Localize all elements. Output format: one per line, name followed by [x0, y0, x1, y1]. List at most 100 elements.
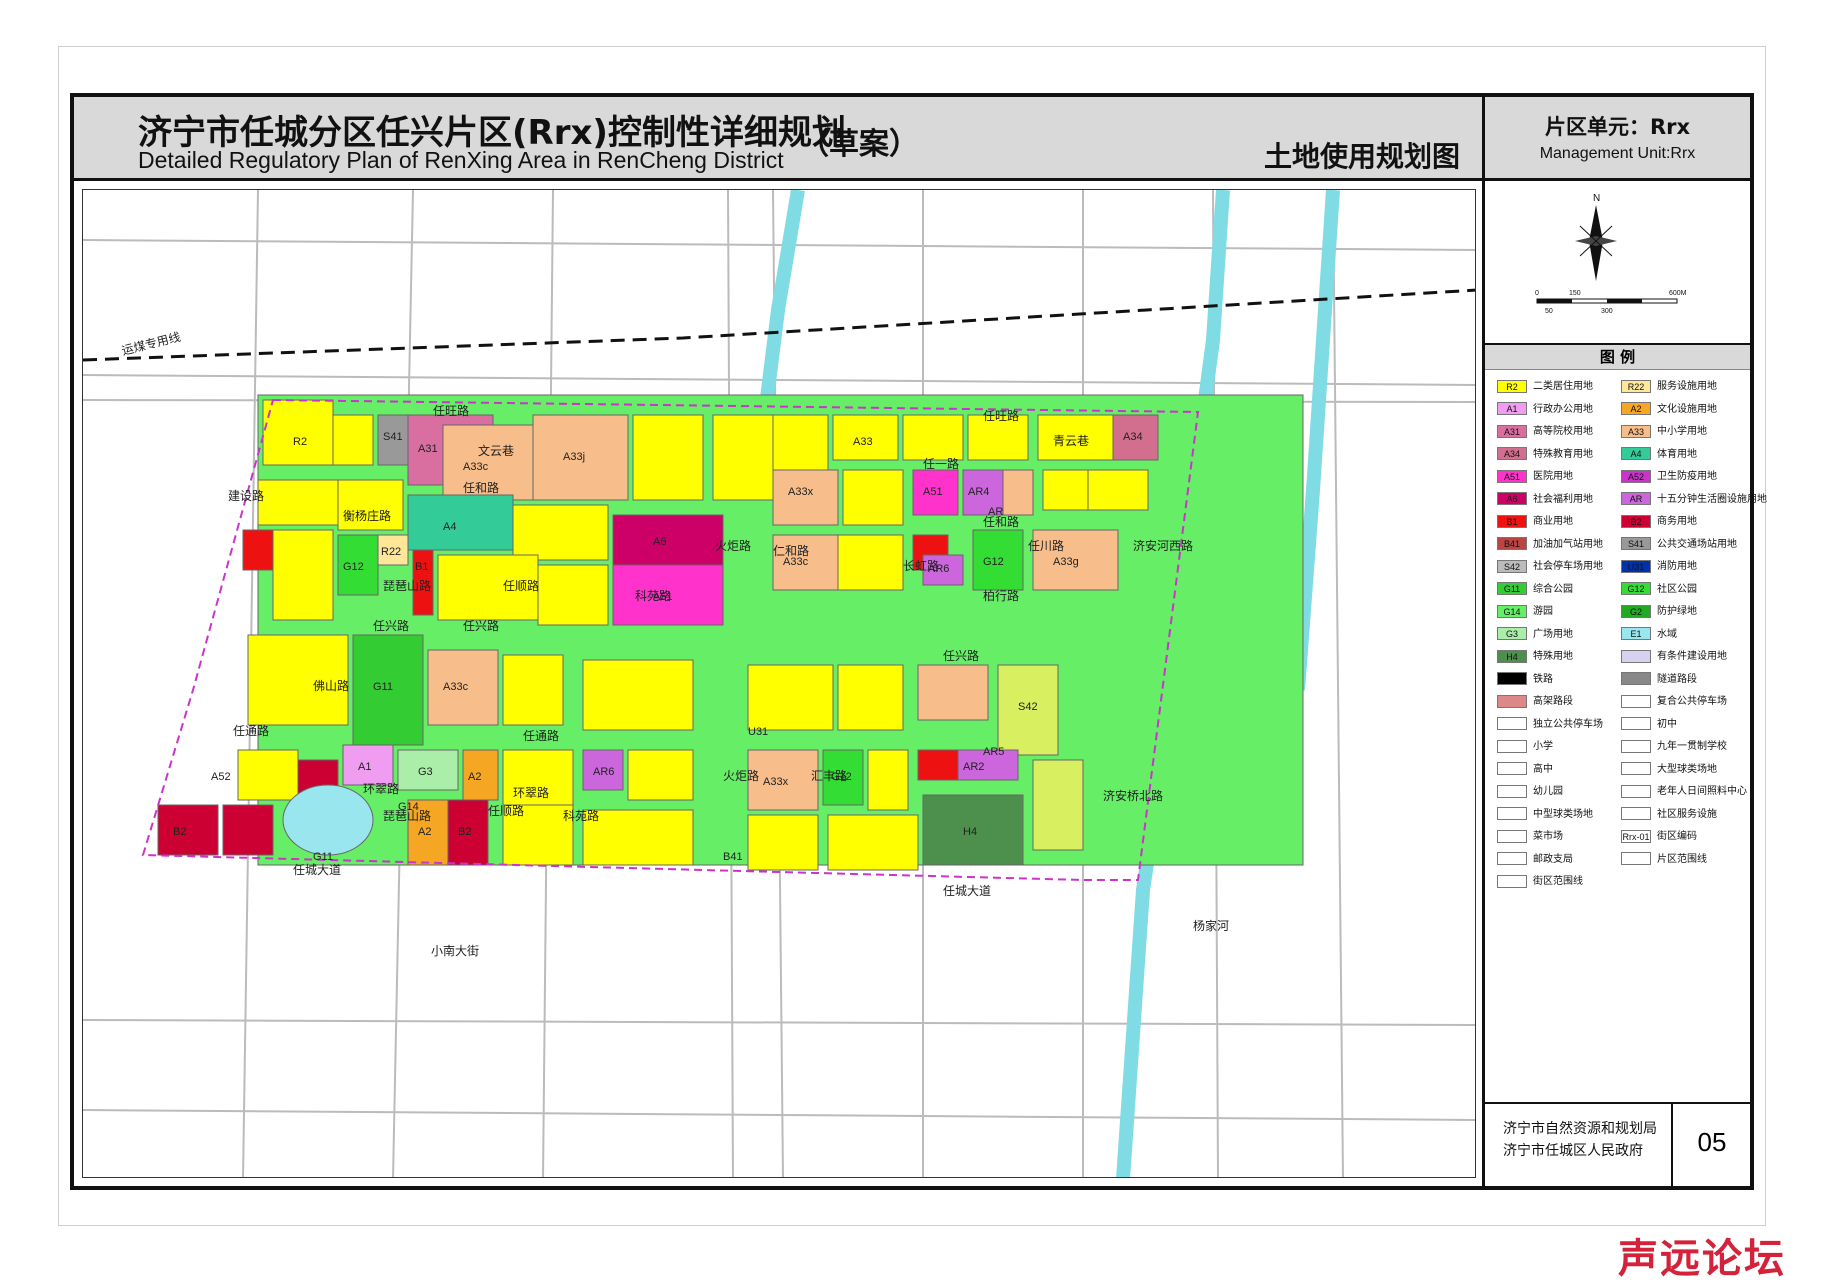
legend-item: B2 商务用地 — [1621, 514, 1697, 530]
legend-swatch — [1621, 852, 1651, 865]
road-renxing-mid: 任兴路 — [463, 618, 499, 633]
legend-label: 商务用地 — [1657, 516, 1697, 527]
legend-swatch — [1497, 784, 1527, 798]
label-a33g: A33g — [1053, 556, 1079, 568]
legend-item: A4 体育用地 — [1621, 447, 1697, 463]
legend-label: 社会停车场用地 — [1533, 561, 1603, 572]
parcel-r2 — [842, 469, 904, 526]
legend-swatch: A33 — [1621, 424, 1651, 438]
road-xiaonan: 小南大街 — [431, 943, 479, 958]
legend-label: 消防用地 — [1657, 561, 1697, 572]
road-renhe: 任和路 — [463, 480, 499, 495]
parcel-b1 — [242, 529, 274, 571]
legend-swatch: Rrx-01 — [1621, 829, 1651, 843]
legend-swatch — [1621, 784, 1651, 798]
parcel-r2 — [582, 809, 694, 866]
legend-item: 有条件建设用地 — [1621, 649, 1727, 665]
road-foshan: 佛山路 — [313, 678, 349, 693]
title-draft: （草案） — [799, 127, 919, 162]
parcel-r2 — [867, 749, 909, 811]
label-a1: A1 — [358, 761, 371, 773]
legend-item: A31 高等院校用地 — [1497, 424, 1593, 440]
legend-label: 隧道路段 — [1657, 673, 1697, 685]
legend-swatch: S41 — [1621, 537, 1651, 550]
parcel-r2 — [582, 659, 694, 731]
legend-swatch — [1497, 694, 1527, 708]
legend-swatch: B1 — [1497, 514, 1527, 528]
label-a33j: A33j — [563, 451, 585, 463]
legend-swatch: A6 — [1497, 492, 1527, 505]
scale-0: 0 — [1535, 290, 1539, 297]
page-number: 05 — [1671, 1104, 1751, 1188]
scale-300: 300 — [1601, 308, 1613, 315]
road-renshun-south: 任顺路 — [488, 803, 524, 818]
legend-swatch — [1497, 717, 1527, 730]
org-line-2: 济宁市任城区人民政府 — [1503, 1143, 1643, 1159]
compass-box: N 0 150 600M 50 300 — [1485, 181, 1750, 345]
legend-item: 大型球类场地 — [1621, 762, 1717, 778]
land-use-map-svg: 运煤专用线 R2 S41 A31 A33c A33j A34 A4 A6 A51… — [83, 190, 1475, 1177]
legend-item: A2 文化设施用地 — [1621, 402, 1717, 418]
label-g11: G11 — [373, 681, 393, 693]
legend-label: 菜市场 — [1533, 831, 1563, 842]
legend-label: 社会福利用地 — [1533, 493, 1593, 505]
parcel-r2 — [827, 814, 919, 871]
legend-label: 社区服务设施 — [1657, 808, 1717, 820]
legend-item: G11 综合公园 — [1497, 582, 1573, 598]
legend-item: B41 加油加气站用地 — [1497, 537, 1603, 553]
parcel-r22 — [837, 534, 904, 591]
legend-label: 社区公园 — [1657, 583, 1697, 595]
legend-label: 独立公共停车场 — [1533, 718, 1603, 730]
legend-label: 商业用地 — [1533, 516, 1573, 527]
legend-label: 防护绿地 — [1657, 606, 1697, 617]
legend-swatch: G12 — [1621, 582, 1651, 595]
road-keyuan: 科苑路 — [635, 588, 671, 603]
legend-label: 游园 — [1533, 606, 1553, 617]
road-renwang-east: 任旺路 — [983, 408, 1019, 423]
label-u31: U31 — [748, 726, 768, 738]
legend-label: 服务设施用地 — [1657, 381, 1717, 392]
legend-item: A34 特殊教育用地 — [1497, 447, 1593, 463]
legend-swatch — [1497, 762, 1527, 775]
legend-swatch: G11 — [1497, 582, 1527, 595]
legend-label: 医院用地 — [1533, 471, 1573, 482]
parcel-r2 — [712, 414, 774, 501]
label-a33: A33 — [853, 436, 873, 448]
legend-swatch: A34 — [1497, 447, 1527, 460]
parcel-r2 — [837, 664, 904, 731]
road-qingyun: 青云巷 — [1053, 434, 1089, 448]
legend-item: A1 行政办公用地 — [1497, 402, 1593, 418]
legend-label: 小学 — [1533, 741, 1553, 752]
legend-swatch: E1 — [1621, 627, 1651, 640]
legend-label: 铁路 — [1533, 673, 1553, 685]
unit-box: 片区单元：Rrx Management Unit:Rrx — [1485, 97, 1750, 181]
legend-item: AR 十五分钟生活圈设施用地 — [1621, 492, 1767, 508]
legend-label: 特殊教育用地 — [1533, 448, 1593, 460]
parcel-r2 — [772, 414, 829, 471]
legend-swatch: A52 — [1621, 469, 1651, 483]
river-yangjia: 杨家河 — [1193, 918, 1229, 933]
legend-item: 老年人日间照料中心 — [1621, 784, 1747, 800]
legend-swatch — [1497, 807, 1527, 820]
parcel-b2 — [222, 804, 274, 856]
road-huancui-mid: 环翠路 — [513, 785, 549, 800]
legend-item: A33 中小学用地 — [1621, 424, 1707, 440]
legend-swatch — [1621, 739, 1651, 753]
legend-label: 大型球类场地 — [1657, 763, 1717, 775]
legend-item: 铁路 — [1497, 672, 1553, 688]
road-baixing: 柏行路 — [983, 588, 1019, 603]
legend-label: 片区范围线 — [1657, 853, 1707, 865]
label-a2-b: A2 — [418, 826, 431, 838]
legend-title: 图 例 — [1485, 345, 1750, 370]
parcel-r2 — [627, 749, 694, 801]
legend-label: 有条件建设用地 — [1657, 651, 1727, 662]
map-frame: 济宁市任城分区任兴片区(Rrx)控制性详细规划 Detailed Regulat… — [70, 93, 1767, 1190]
legend-label: 高架路段 — [1533, 696, 1573, 707]
legend-label: 行政办公用地 — [1533, 403, 1593, 415]
legend-label: 水域 — [1657, 628, 1677, 640]
road-rencheng-avenue-east: 任城大道 — [943, 884, 991, 898]
label-b2-b: B2 — [458, 826, 471, 838]
road-renxing: 任兴路 — [373, 618, 409, 633]
label-r2: R2 — [293, 436, 307, 448]
north-arrow-icon: N 0 150 600M 50 300 — [1535, 193, 1687, 315]
